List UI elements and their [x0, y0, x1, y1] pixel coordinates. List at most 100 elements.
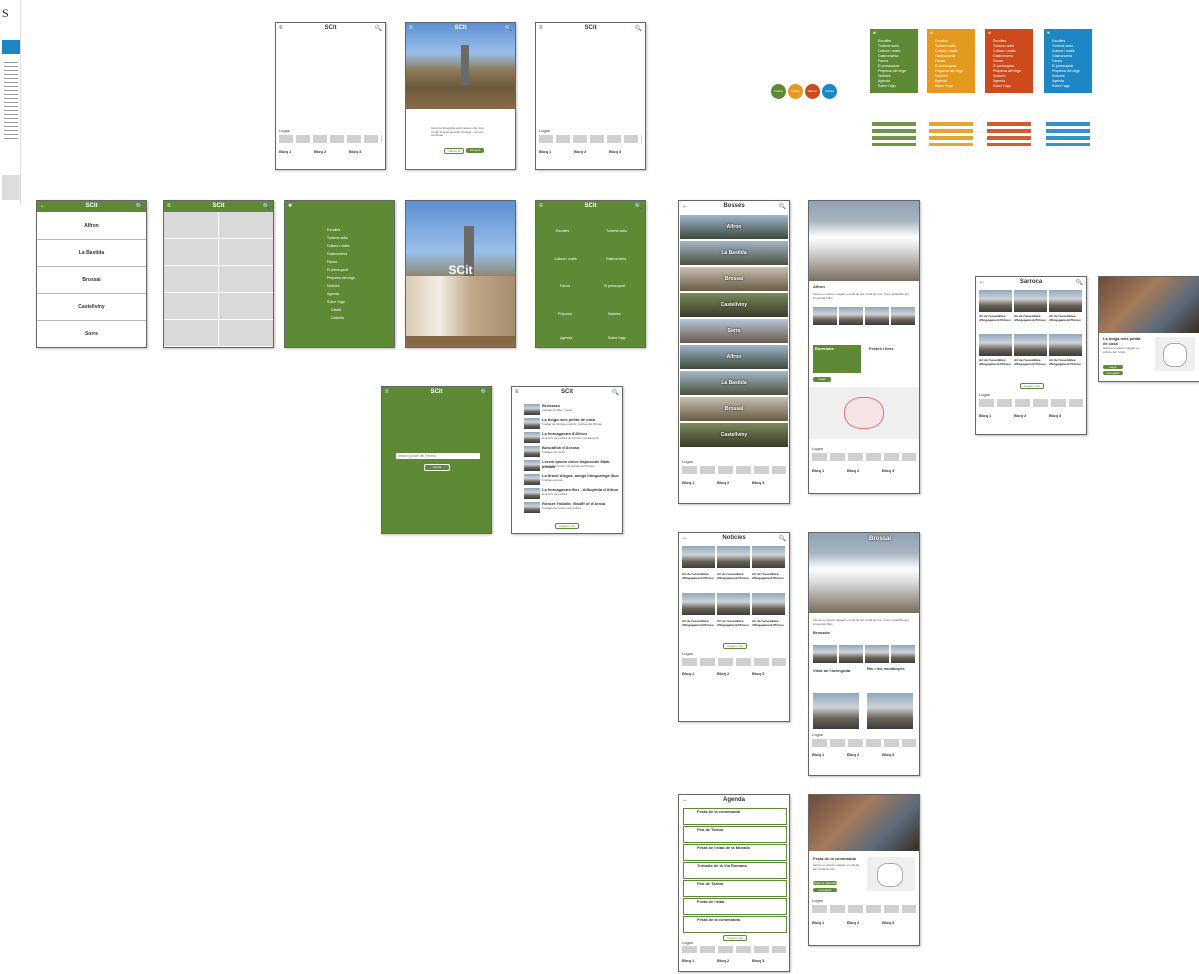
- news-card-image[interactable]: [717, 546, 750, 568]
- village-banner[interactable]: Alfron: [680, 215, 788, 239]
- share-button[interactable]: Compartir: [813, 888, 837, 892]
- menu-item[interactable]: Fauna: [1052, 59, 1062, 63]
- close-icon[interactable]: ✖: [930, 31, 933, 35]
- menu-item[interactable]: Notícies: [878, 74, 891, 78]
- village-row[interactable]: La Bastida: [37, 240, 146, 267]
- news-card-image[interactable]: [1014, 334, 1047, 356]
- village-row[interactable]: Brossai: [37, 267, 146, 294]
- menu-item[interactable]: Gastronomia: [993, 54, 1013, 58]
- news-thumb[interactable]: [524, 418, 540, 429]
- grid-item[interactable]: Agenda: [560, 336, 572, 340]
- search-icon[interactable]: 🔍: [375, 25, 382, 32]
- gallery-thumb[interactable]: [839, 645, 863, 663]
- menu-icon[interactable]: ≡: [279, 25, 283, 31]
- gallery-thumb[interactable]: [891, 645, 915, 663]
- news-card-image[interactable]: [1049, 290, 1082, 312]
- search-icon[interactable]: 🔍: [779, 535, 786, 542]
- search-icon[interactable]: 🔍: [635, 203, 642, 210]
- menu-item[interactable]: Sobre l'app: [327, 300, 345, 304]
- village-banner[interactable]: Brossai: [680, 267, 788, 291]
- menu-item[interactable]: Sobre l'app: [935, 84, 953, 88]
- grid-item[interactable]: Escoltes: [556, 229, 569, 233]
- menu-item[interactable]: Escoltes: [993, 39, 1006, 43]
- gallery-thumb[interactable]: [813, 645, 837, 663]
- menu-item[interactable]: Escoltes: [878, 39, 891, 43]
- see-more-button[interactable]: Llegeix més: [723, 935, 747, 941]
- see-more-button[interactable]: Llegeix més: [723, 643, 747, 649]
- news-card-image[interactable]: [752, 593, 785, 615]
- accept-button[interactable]: Accepta: [466, 148, 484, 153]
- search-input[interactable]: [396, 453, 480, 459]
- cancel-button[interactable]: Cancel·la: [444, 148, 464, 154]
- menu-item[interactable]: El pressupost: [935, 64, 956, 68]
- back-icon[interactable]: ←: [682, 797, 688, 803]
- gallery-thumb[interactable]: [813, 307, 837, 325]
- search-icon[interactable]: 🔍: [263, 203, 270, 210]
- gallery-thumb[interactable]: [865, 645, 889, 663]
- grid-item[interactable]: Sobre l'app: [608, 336, 626, 340]
- menu-item[interactable]: Gastronomia: [935, 54, 955, 58]
- news-thumb[interactable]: [524, 404, 540, 415]
- menu-item[interactable]: Priquesa del virge: [993, 69, 1021, 73]
- gallery-thumb[interactable]: [865, 307, 889, 325]
- menu-item[interactable]: Sobre l'app: [878, 84, 896, 88]
- news-card-title[interactable]: Art de l'assemblea d'Engagement Pirineu: [682, 619, 715, 627]
- menu-item[interactable]: Escoltes: [1052, 39, 1065, 43]
- menu-item[interactable]: Agenda: [935, 79, 947, 83]
- news-card-image[interactable]: [682, 593, 715, 615]
- village-banner[interactable]: Brossai: [680, 397, 788, 421]
- news-thumb[interactable]: [524, 432, 540, 443]
- news-card-image[interactable]: [1049, 334, 1082, 356]
- popup-read-button[interactable]: Llegir: [1103, 365, 1123, 369]
- news-card-image[interactable]: [979, 290, 1012, 312]
- menu-item[interactable]: Priquesa del virge: [878, 69, 906, 73]
- menu-item[interactable]: El pressupost: [327, 268, 348, 272]
- menu-item[interactable]: Fauna: [993, 59, 1003, 63]
- back-icon[interactable]: ←: [40, 203, 46, 209]
- menu-item[interactable]: Notícies: [327, 284, 340, 288]
- grid-item[interactable]: Gastronomia: [606, 257, 626, 261]
- menu-item[interactable]: Sobre l'app: [993, 84, 1011, 88]
- menu-icon[interactable]: ≡: [167, 203, 171, 209]
- menu-item[interactable]: El pressupost: [1052, 64, 1073, 68]
- news-card-image[interactable]: [1014, 290, 1047, 312]
- grid-item[interactable]: Cultura i oratis: [554, 257, 577, 261]
- village-banner[interactable]: Castellvíny: [680, 423, 788, 447]
- menu-item[interactable]: Notícies: [1052, 74, 1065, 78]
- back-icon[interactable]: ←: [682, 203, 688, 209]
- village-row[interactable]: Sorre: [37, 321, 146, 347]
- menu-item[interactable]: Cultura i oratis: [993, 49, 1016, 53]
- news-thumb[interactable]: [524, 446, 540, 457]
- close-icon[interactable]: ✖: [288, 203, 292, 209]
- menu-icon[interactable]: ≡: [515, 389, 519, 395]
- cta-button[interactable]: Llegir: [813, 377, 831, 382]
- search-icon[interactable]: 🔍: [481, 389, 488, 396]
- article-image[interactable]: [813, 693, 859, 729]
- gallery-thumb[interactable]: [839, 307, 863, 325]
- news-card-title[interactable]: Art de l'assemblea d'Engagement Pirineu: [752, 572, 785, 580]
- menu-item[interactable]: Turisme actiu: [935, 44, 956, 48]
- map[interactable]: [809, 387, 919, 439]
- menu-item[interactable]: Priquesa del virge: [327, 276, 355, 280]
- menu-item[interactable]: Turisme actiu: [993, 44, 1014, 48]
- see-more-button[interactable]: Llegeix més: [555, 523, 579, 529]
- popup-map[interactable]: [1155, 337, 1195, 371]
- menu-item[interactable]: Fauna: [878, 59, 888, 63]
- news-card-image[interactable]: [682, 546, 715, 568]
- menu-item[interactable]: Escoltes: [935, 39, 948, 43]
- add-calendar-button[interactable]: Afegir al calendari: [813, 881, 837, 885]
- news-card-title[interactable]: Art de l'assemblea d'Engagement Pirineu: [1014, 358, 1047, 366]
- back-icon[interactable]: ←: [979, 279, 985, 285]
- news-card-title[interactable]: Art de l'assemblea d'Engagement Pirineu: [1049, 358, 1082, 366]
- village-banner[interactable]: La Bastida: [680, 241, 788, 265]
- menu-icon[interactable]: ≡: [409, 25, 413, 31]
- close-icon[interactable]: ✖: [988, 31, 991, 35]
- menu-item[interactable]: Castellà: [331, 316, 344, 320]
- menu-item[interactable]: Turisme actiu: [878, 44, 899, 48]
- grid-item[interactable]: Fauna: [560, 284, 570, 288]
- news-card-title[interactable]: Art de l'assemblea d'Engagement Pirineu: [682, 572, 715, 580]
- menu-item[interactable]: Agenda: [1052, 79, 1064, 83]
- menu-item[interactable]: Agenda: [327, 292, 339, 296]
- news-card-title[interactable]: Art de l'assemblea d'Engagement Pirineu: [979, 358, 1012, 366]
- popup-share-button[interactable]: Compartir: [1103, 371, 1123, 375]
